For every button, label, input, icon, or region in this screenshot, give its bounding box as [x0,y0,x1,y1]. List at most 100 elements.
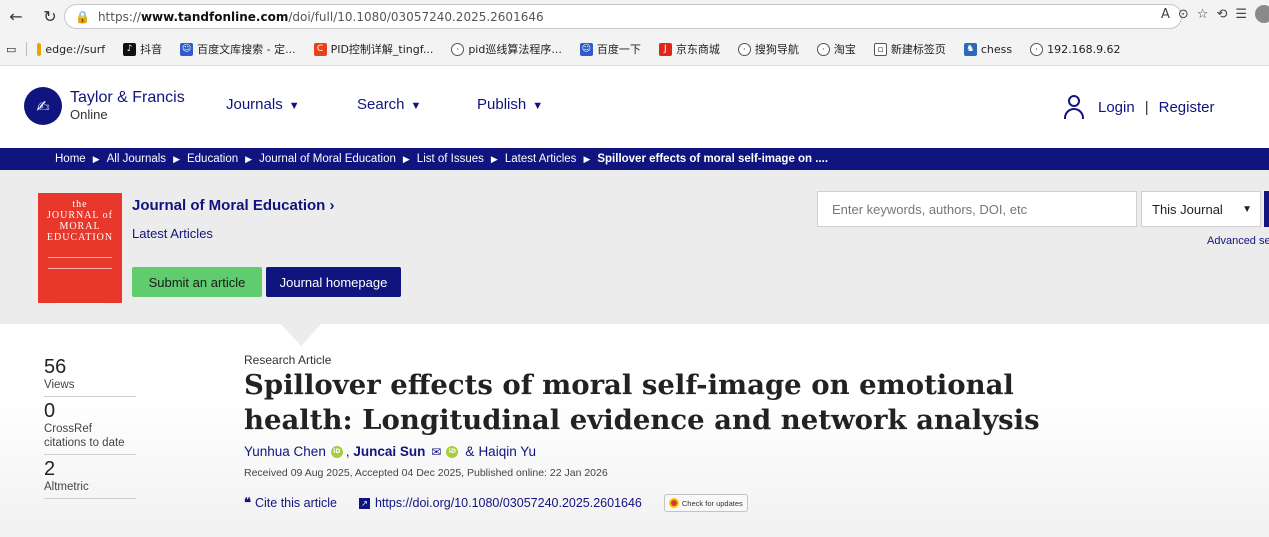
metric-crossref[interactable]: 0 CrossRef citations to date [44,400,136,455]
triangle-right-icon: ▶ [173,153,180,164]
user-icon[interactable] [1062,94,1086,120]
ampersand: & [465,444,475,459]
menu-search[interactable]: Search ▼ [357,96,421,113]
login-area: Login | Register [1062,94,1214,120]
tabs-icon[interactable]: ▭ [6,43,16,56]
more-icon[interactable]: ⊙ [1178,7,1189,22]
search-button[interactable] [1264,191,1269,227]
menu-label: Journals [226,96,283,113]
logo-line2: Online [70,107,108,122]
profile-avatar[interactable] [1255,5,1269,23]
divider: | [1144,98,1149,116]
cover-lines [56,303,104,309]
favorite-icon[interactable]: ☆ [1197,7,1209,22]
quote-icon: ❝ [244,495,251,510]
chevron-down-icon: ▼ [1242,203,1252,215]
journal-band: the JOURNAL of MORAL EDUCATION Journal of M… [0,170,1269,324]
extension-icon[interactable]: ⟲ [1216,7,1227,22]
crumb-home[interactable]: Home [55,153,86,165]
latest-articles-link[interactable]: Latest Articles [132,226,213,241]
orcid-icon[interactable]: iD [446,445,459,458]
metric-altmetric[interactable]: 2 Altmetric [44,458,136,499]
cover-art: the JOURNAL of MORAL EDUCATION [46,199,114,243]
menu-journals[interactable]: Journals ▼ [226,96,300,113]
metric-label: Views [44,379,75,391]
author-link[interactable]: Juncai Sun [353,444,425,459]
advanced-search-link[interactable]: Advanced se [1207,235,1269,247]
crumb-education[interactable]: Education [187,153,238,165]
metrics-panel: 56 Views 0 CrossRef citations to date 2 … [44,356,136,502]
bookmark-item[interactable]: ☺ 百度一下 [579,41,641,57]
author-list: Yunhua Chen iD, Juncai Sun ✉ iD & Haiqin… [244,444,536,459]
translate-icon[interactable]: A [1161,7,1170,22]
journal-title-link[interactable]: Journal of Moral Education › [132,197,335,214]
search-scope-select[interactable]: This Journal ▼ [1141,191,1261,227]
lock-icon: 🔒 [75,9,90,24]
refresh-icon[interactable]: ↻ [38,5,62,29]
menu-publish[interactable]: Publish ▼ [477,96,543,113]
csdn-icon: C [313,42,327,56]
metric-number: 0 [44,400,56,422]
band-pointer [281,324,321,346]
globe-icon: · [1030,42,1044,56]
address-input[interactable]: 🔒 https://www.tandfonline.com/doi/full/1… [64,4,1182,29]
search-input[interactable] [817,191,1137,227]
collections-icon[interactable]: ☰ [1235,7,1247,22]
back-icon[interactable]: ← [4,5,28,29]
check-updates-button[interactable]: Check for updates [663,494,748,512]
url-path: /doi/full/10.1080/03057240.2025.2601646 [288,9,544,24]
baidu-icon: ☺ [579,42,593,56]
divider [26,42,28,56]
bookmark-item[interactable]: · 淘宝 [816,41,856,57]
bookmark-item[interactable]: C PID控制详解_tingf... [313,41,433,57]
orcid-icon[interactable]: iD [330,445,343,458]
bookmark-item[interactable]: · 192.168.9.62 [1030,42,1121,56]
bookmark-item[interactable]: J 京东商城 [658,41,720,57]
crumb-journal[interactable]: Journal of Moral Education [259,153,396,165]
metric-number: 56 [44,356,67,378]
journal-cover-image[interactable]: the JOURNAL of MORAL EDUCATION [38,193,122,304]
metric-label: CrossRef citations to date [44,423,125,449]
tiktok-icon: ♪ [123,42,137,56]
bookmark-item[interactable]: ♞ chess [963,42,1012,56]
menu-label: Search [357,96,405,113]
crumb-all-journals[interactable]: All Journals [107,153,166,165]
crumb-issues[interactable]: List of Issues [417,153,484,165]
cover-lines [48,257,112,269]
globe-icon: · [816,42,830,56]
site-header: ✍ Taylor & Francis Online Journals ▼ Sear… [0,66,1269,148]
bookmark-item[interactable]: · 搜狗导航 [737,41,799,57]
site-logo[interactable]: Taylor & Francis Online [70,89,185,122]
crumb-latest[interactable]: Latest Articles [505,153,577,165]
bookmark-item[interactable]: edge://surf [37,42,105,56]
metric-label: Altmetric [44,481,89,493]
triangle-right-icon: ▶ [402,153,410,164]
external-link-icon: ↗ [358,497,370,509]
tf-logo-icon[interactable]: ✍ [24,87,62,125]
chevron-down-icon: ▼ [532,100,544,112]
bookmark-icon [37,42,42,56]
journal-homepage-button[interactable]: Journal homepage [266,267,401,297]
envelope-icon[interactable]: ✉ [431,445,441,459]
metric-number: 2 [44,458,56,480]
doi-link[interactable]: https://doi.org/10.1080/03057240.2025.26… [375,496,642,510]
chevron-down-icon: ▼ [410,100,422,112]
metric-views[interactable]: 56 Views [44,356,136,397]
bookmark-item[interactable]: · pid巡线算法程序... [451,41,562,57]
author-link[interactable]: Haiqin Yu [478,444,536,459]
comma: , [345,444,354,459]
author-link[interactable]: Yunhua Chen [244,444,326,459]
cite-link[interactable]: Cite this article [255,496,337,510]
updates-label: Check for updates [681,498,743,508]
article-actions: ❝ Cite this article ↗ https://doi.org/10… [244,494,748,512]
logo-line1: Taylor & Francis [70,89,185,106]
bookmark-item[interactable]: ☺ 百度文库搜索 - 定... [180,41,296,57]
login-link[interactable]: Login [1098,99,1135,116]
globe-icon: · [451,42,465,56]
bookmark-item[interactable]: ♪ 抖音 [123,41,162,57]
bookmark-item[interactable]: ▫ 新建标签页 [873,41,946,57]
register-link[interactable]: Register [1159,99,1215,116]
submit-article-button[interactable]: Submit an article [132,267,262,297]
triangle-right-icon: ▶ [490,153,498,164]
article-title: Spillover effects of moral self-image on… [244,369,1040,436]
